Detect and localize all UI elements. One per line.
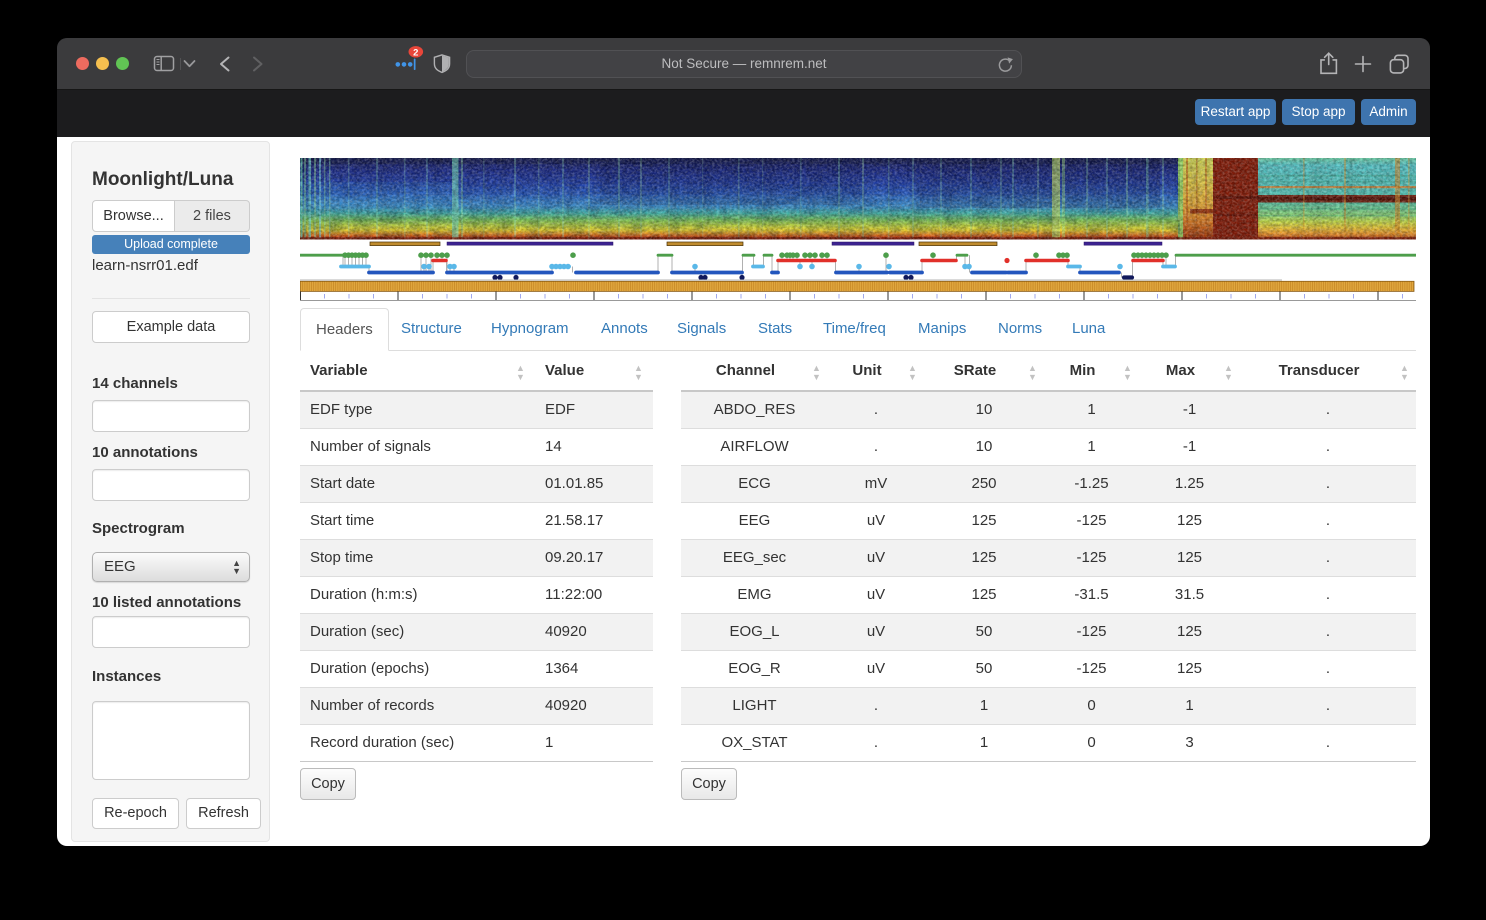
svg-text:2: 2 bbox=[413, 47, 418, 58]
